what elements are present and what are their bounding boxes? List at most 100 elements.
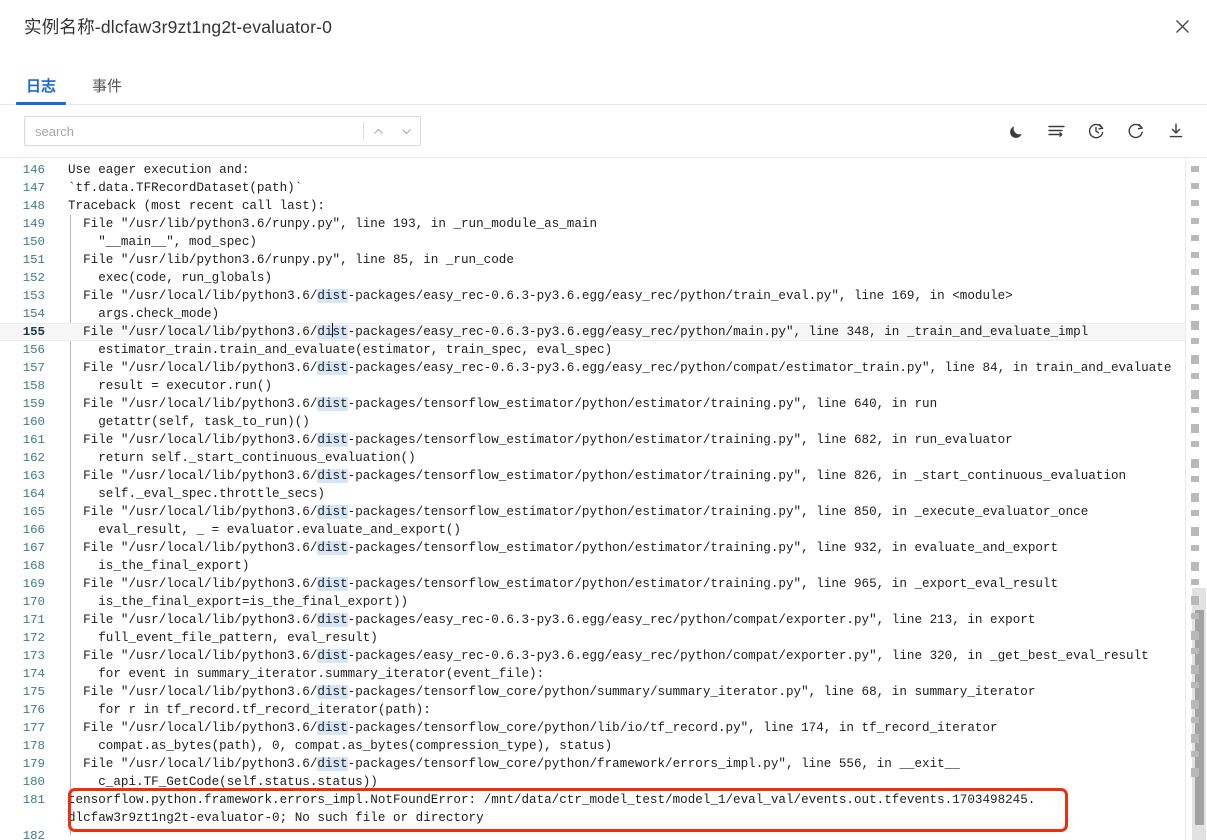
log-line-number: 179 xyxy=(22,757,45,771)
log-line-number: 175 xyxy=(22,685,45,699)
tab-logs[interactable]: 日志 xyxy=(15,79,67,105)
log-line-number: 182 xyxy=(22,829,45,840)
minimap-mark xyxy=(1191,682,1199,688)
log-line[interactable]: 154 args.check_mode) xyxy=(0,305,1207,323)
minimap-mark xyxy=(1191,424,1199,433)
log-line-text: c_api.TF_GetCode(self.status.status)) xyxy=(68,775,378,789)
minimap-mark xyxy=(1191,252,1199,258)
log-line-number: 158 xyxy=(22,379,45,393)
minimap-mark xyxy=(1191,286,1199,295)
log-line[interactable]: 175 File "/usr/local/lib/python3.6/dist-… xyxy=(0,683,1207,701)
log-line-text: getattr(self, task_to_run)() xyxy=(68,415,310,429)
log-error-line[interactable]: 181 tensorflow.python.framework.errors_im… xyxy=(0,791,1207,827)
minimap-mark xyxy=(1191,510,1199,516)
log-line-number: 149 xyxy=(22,217,45,231)
log-line[interactable]: 159 File "/usr/local/lib/python3.6/dist-… xyxy=(0,395,1207,413)
log-line[interactable]: 171 File "/usr/local/lib/python3.6/dist-… xyxy=(0,611,1207,629)
log-line-number: 172 xyxy=(22,631,45,645)
log-line-number: 147 xyxy=(22,181,45,195)
log-line[interactable]: 166 eval_result, _ = evaluator.evaluate_… xyxy=(0,521,1207,539)
log-line[interactable]: 149 File "/usr/lib/python3.6/runpy.py", … xyxy=(0,215,1207,233)
minimap-mark xyxy=(1191,768,1199,777)
log-line[interactable]: 158 result = executor.run() xyxy=(0,377,1207,395)
log-line[interactable]: 178 compat.as_bytes(path), 0, compat.as_… xyxy=(0,737,1207,755)
log-line[interactable]: 173 File "/usr/local/lib/python3.6/dist-… xyxy=(0,647,1207,665)
log-line-text: self._eval_spec.throttle_secs) xyxy=(68,487,325,501)
refresh-icon[interactable] xyxy=(1123,118,1149,144)
log-minimap-scrollbar[interactable] xyxy=(1185,158,1207,840)
log-line-text: File "/usr/local/lib/python3.6/dist-pack… xyxy=(68,613,1036,627)
log-line-text: File "/usr/local/lib/python3.6/dist-pack… xyxy=(68,685,1036,699)
minimap-mark xyxy=(1191,734,1199,743)
log-line-text: File "/usr/local/lib/python3.6/dist-pack… xyxy=(68,577,1059,591)
log-line[interactable]: 147 `tf.data.TFRecordDataset(path)` xyxy=(0,179,1207,197)
minimap-mark xyxy=(1191,407,1199,413)
minimap-mark xyxy=(1191,700,1199,709)
minimap-mark xyxy=(1191,631,1199,640)
log-line[interactable]: 182 xyxy=(0,827,1207,840)
log-line[interactable]: 179 File "/usr/local/lib/python3.6/dist-… xyxy=(0,755,1207,773)
minimap-mark xyxy=(1191,613,1199,619)
chevron-up-icon[interactable] xyxy=(364,117,392,145)
log-line-text: File "/usr/local/lib/python3.6/dist-pack… xyxy=(68,289,1013,303)
log-line-number: 154 xyxy=(22,307,45,321)
log-line[interactable]: 176 for r in tf_record.tf_record_iterato… xyxy=(0,701,1207,719)
minimap-mark xyxy=(1191,545,1199,551)
log-line-text: is_the_final_export=is_the_final_export)… xyxy=(68,595,409,609)
log-line-number: 166 xyxy=(22,523,45,537)
close-icon[interactable] xyxy=(1169,13,1195,39)
log-line-text: result = executor.run() xyxy=(68,379,273,393)
chevron-down-icon[interactable] xyxy=(392,117,420,145)
log-line[interactable]: 174 for event in summary_iterator.summar… xyxy=(0,665,1207,683)
minimap-mark xyxy=(1191,493,1199,502)
log-line-number: 162 xyxy=(22,451,45,465)
search-input[interactable] xyxy=(25,117,363,145)
log-line[interactable]: 151 File "/usr/lib/python3.6/runpy.py", … xyxy=(0,251,1207,269)
log-line[interactable]: 160 getattr(self, task_to_run)() xyxy=(0,413,1207,431)
log-line-text: exec(code, run_globals) xyxy=(68,271,273,285)
search-box[interactable] xyxy=(24,116,421,146)
log-line[interactable]: 167 File "/usr/local/lib/python3.6/dist-… xyxy=(0,539,1207,557)
log-line[interactable]: 169 File "/usr/local/lib/python3.6/dist-… xyxy=(0,575,1207,593)
log-line[interactable]: 153 File "/usr/local/lib/python3.6/dist-… xyxy=(0,287,1207,305)
download-icon[interactable] xyxy=(1163,118,1189,144)
tab-events[interactable]: 事件 xyxy=(90,79,124,105)
minimap-mark xyxy=(1191,218,1199,224)
log-line-number: 160 xyxy=(22,415,45,429)
log-line[interactable]: 168 is_the_final_export) xyxy=(0,557,1207,575)
minimap-mark xyxy=(1191,321,1199,330)
minimap-mark xyxy=(1191,200,1199,206)
log-line[interactable]: 155 File "/usr/local/lib/python3.6/dist-… xyxy=(0,323,1207,341)
log-line[interactable]: 157 File "/usr/local/lib/python3.6/dist-… xyxy=(0,359,1207,377)
minimap-mark xyxy=(1191,562,1199,571)
log-line[interactable]: 180 c_api.TF_GetCode(self.status.status)… xyxy=(0,773,1207,791)
log-line[interactable]: 164 self._eval_spec.throttle_secs) xyxy=(0,485,1207,503)
log-line[interactable]: 165 File "/usr/local/lib/python3.6/dist-… xyxy=(0,503,1207,521)
minimap-mark xyxy=(1191,373,1199,379)
log-line-number: 156 xyxy=(22,343,45,357)
log-line[interactable]: 162 return self._start_continuous_evalua… xyxy=(0,449,1207,467)
log-line[interactable]: 163 File "/usr/local/lib/python3.6/dist-… xyxy=(0,467,1207,485)
log-line-text: compat.as_bytes(path), 0, compat.as_byte… xyxy=(68,739,613,753)
log-line[interactable]: 148 Traceback (most recent call last): xyxy=(0,197,1207,215)
log-line-number: 168 xyxy=(22,559,45,573)
log-line[interactable]: 152 exec(code, run_globals) xyxy=(0,269,1207,287)
log-line[interactable]: 177 File "/usr/local/lib/python3.6/dist-… xyxy=(0,719,1207,737)
log-viewer[interactable]: 146 Use eager execution and: 147 `tf.data.T… xyxy=(0,157,1207,840)
log-line-text: File "/usr/local/lib/python3.6/dist-pack… xyxy=(68,433,1013,447)
log-line-text: File "/usr/local/lib/python3.6/dist-pack… xyxy=(68,541,1059,555)
history-clock-icon[interactable] xyxy=(1083,118,1109,144)
log-line[interactable]: 170 is_the_final_export=is_the_final_exp… xyxy=(0,593,1207,611)
log-line[interactable]: 156 estimator_train.train_and_evaluate(e… xyxy=(0,341,1207,359)
wrap-lines-icon[interactable] xyxy=(1043,118,1069,144)
minimap-mark xyxy=(1191,338,1199,344)
log-line-number: 173 xyxy=(22,649,45,663)
log-line[interactable]: 150 "__main__", mod_spec) xyxy=(0,233,1207,251)
log-line-text: File "/usr/local/lib/python3.6/dist-pack… xyxy=(68,757,960,771)
log-line[interactable]: 146 Use eager execution and: xyxy=(0,161,1207,179)
log-line-text: File "/usr/lib/python3.6/runpy.py", line… xyxy=(68,253,514,267)
log-line-number: 151 xyxy=(22,253,45,267)
dark-mode-icon[interactable] xyxy=(1003,118,1029,144)
log-line[interactable]: 172 full_event_file_pattern, eval_result… xyxy=(0,629,1207,647)
log-line[interactable]: 161 File "/usr/local/lib/python3.6/dist-… xyxy=(0,431,1207,449)
